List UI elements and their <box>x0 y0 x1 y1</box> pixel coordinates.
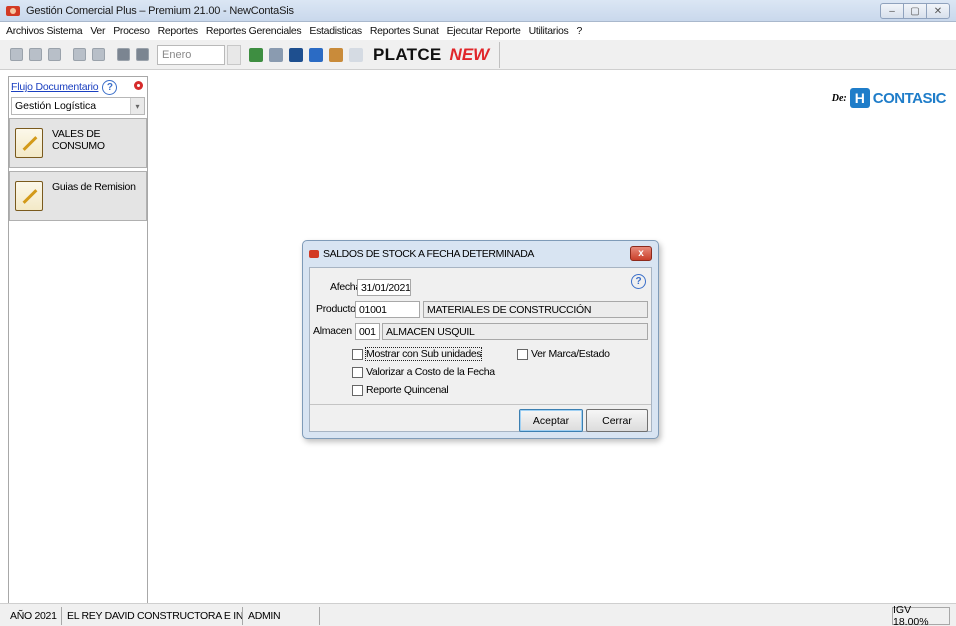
gestion-select-value: Gestión Logística <box>15 100 97 112</box>
menu-ver[interactable]: Ver <box>90 25 105 37</box>
graph-icon[interactable] <box>349 47 363 62</box>
producto-name-field: MATERIALES DE CONSTRUCCIÓN <box>423 301 648 318</box>
menu-proceso[interactable]: Proceso <box>113 25 150 37</box>
dialog-title-bar[interactable]: SALDOS DE STOCK A FECHA DETERMINADA x <box>303 241 658 267</box>
menu-reportes-sunat[interactable]: Reportes Sunat <box>370 25 439 37</box>
menu-utilitarios[interactable]: Utilitarios <box>529 25 569 37</box>
menu-reportes-gerenciales[interactable]: Reportes Gerenciales <box>206 25 302 37</box>
brand-prefix: De: <box>831 92 847 104</box>
pin-icon[interactable] <box>134 81 143 92</box>
menu-help[interactable]: ? <box>576 25 582 37</box>
brand-name: CONTASIC <box>872 89 947 107</box>
menu-ejecutar-reporte[interactable]: Ejecutar Reporte <box>447 25 521 37</box>
dialog-close-button[interactable]: x <box>630 246 652 261</box>
monitor-icon[interactable] <box>289 47 303 62</box>
status-year: AÑO 2021 <box>6 607 62 625</box>
aceptar-button[interactable]: Aceptar <box>519 409 583 432</box>
status-user: ADMIN <box>244 607 320 625</box>
app-icon <box>6 5 20 16</box>
checkbox-label: Valorizar a Costo de la Fecha <box>366 366 495 378</box>
paste-icon[interactable] <box>92 48 105 61</box>
help-icon[interactable]: ? <box>102 79 118 95</box>
brand-logo-icon: H <box>849 88 870 108</box>
notepad-icon <box>15 128 43 158</box>
title-bar: Gestión Comercial Plus – Premium 21.00 -… <box>0 0 956 22</box>
saldos-stock-dialog: SALDOS DE STOCK A FECHA DETERMINADA x Af… <box>302 240 659 439</box>
checkbox-box[interactable] <box>352 384 363 396</box>
chevron-down-icon[interactable]: ▾ <box>130 98 144 114</box>
minimize-button[interactable]: – <box>880 3 904 19</box>
dialog-divider <box>310 404 651 405</box>
dialog-help-icon[interactable]: ? <box>631 274 646 289</box>
close-window-button[interactable]: ✕ <box>926 3 950 19</box>
contasic-brand: De: H CONTASIC <box>831 88 947 108</box>
flujo-row: Flujo Documentario ? <box>9 77 147 97</box>
toolbar: Enero PLATCE NEW <box>0 40 956 70</box>
quincenal-checkbox[interactable]: Reporte Quincenal <box>352 384 449 396</box>
toolbar-separator <box>499 41 501 68</box>
platce-new-badge: NEW <box>449 44 490 64</box>
print-icon[interactable] <box>117 48 130 61</box>
status-igv: IGV 18.00% <box>892 604 950 626</box>
notepad-icon <box>15 181 43 211</box>
producto-label: Producto <box>316 303 356 315</box>
checkbox-label: Mostrar con Sub unidades <box>364 347 483 361</box>
marca-estado-checkbox[interactable]: Ver Marca/Estado <box>517 348 610 360</box>
menu-archivos-sistema[interactable]: Archivos Sistema <box>6 25 83 37</box>
dialog-app-icon <box>309 250 319 258</box>
almacen-label: Almacen <box>313 325 352 337</box>
almacen-code-input[interactable]: 001 <box>355 323 380 340</box>
calculator-icon[interactable] <box>136 48 149 61</box>
almacen-name-field: ALMACEN USQUIL <box>382 323 648 340</box>
folder-icon[interactable] <box>48 48 61 61</box>
status-company: EL REY DAVID CONSTRUCTORA E INMOBILI/ <box>63 607 243 625</box>
copy-icon[interactable] <box>73 48 86 61</box>
new-document-icon[interactable] <box>10 48 23 61</box>
spreadsheet-icon[interactable] <box>249 47 263 62</box>
valorizar-checkbox[interactable]: Valorizar a Costo de la Fecha <box>352 366 495 378</box>
producto-code-input[interactable]: 01001 <box>355 301 420 318</box>
platce-logo[interactable]: PLATCE <box>373 45 442 65</box>
user-icon[interactable] <box>329 47 343 62</box>
month-select[interactable]: Enero <box>157 44 225 65</box>
checkbox-box[interactable] <box>352 366 363 378</box>
sub-unidades-checkbox[interactable]: Mostrar con Sub unidades <box>352 347 483 361</box>
maximize-button[interactable]: ▢ <box>903 3 927 19</box>
flag-icon[interactable] <box>309 47 323 62</box>
module-guias-de-remision[interactable]: Guias de Remision <box>9 171 147 221</box>
dialog-title: SALDOS DE STOCK A FECHA DETERMINADA <box>323 248 535 260</box>
window-controls: – ▢ ✕ <box>880 3 950 19</box>
dialog-body: Afecha 31/01/2021 ? Producto 01001 MATER… <box>309 267 652 432</box>
module-label: VALES DE CONSUMO <box>52 128 105 152</box>
fecha-input[interactable]: 31/01/2021 <box>357 279 411 296</box>
menu-bar: Archivos Sistema Ver Proceso Reportes Re… <box>0 22 956 40</box>
menu-estadisticas[interactable]: Estadisticas <box>309 25 362 37</box>
month-dropdown-button[interactable] <box>227 44 241 65</box>
status-bar: AÑO 2021 EL REY DAVID CONSTRUCTORA E INM… <box>0 603 956 626</box>
checkbox-label: Reporte Quincenal <box>366 384 449 396</box>
gestion-select[interactable]: Gestión Logística ▾ <box>11 97 145 115</box>
module-label: Guias de Remision <box>52 181 136 193</box>
flujo-documentario-link[interactable]: Flujo Documentario <box>11 81 99 93</box>
module-vales-de-consumo[interactable]: VALES DE CONSUMO <box>9 118 147 168</box>
cerrar-button[interactable]: Cerrar <box>586 409 648 432</box>
chart-icon[interactable] <box>269 47 283 62</box>
checkbox-label: Ver Marca/Estado <box>531 348 610 360</box>
checkbox-box[interactable] <box>517 348 528 360</box>
menu-reportes[interactable]: Reportes <box>158 25 199 37</box>
edit-icon[interactable] <box>29 48 42 61</box>
checkbox-box[interactable] <box>352 348 363 360</box>
window-title: Gestión Comercial Plus – Premium 21.00 -… <box>26 4 294 17</box>
left-panel: Flujo Documentario ? Gestión Logística ▾… <box>8 76 148 604</box>
